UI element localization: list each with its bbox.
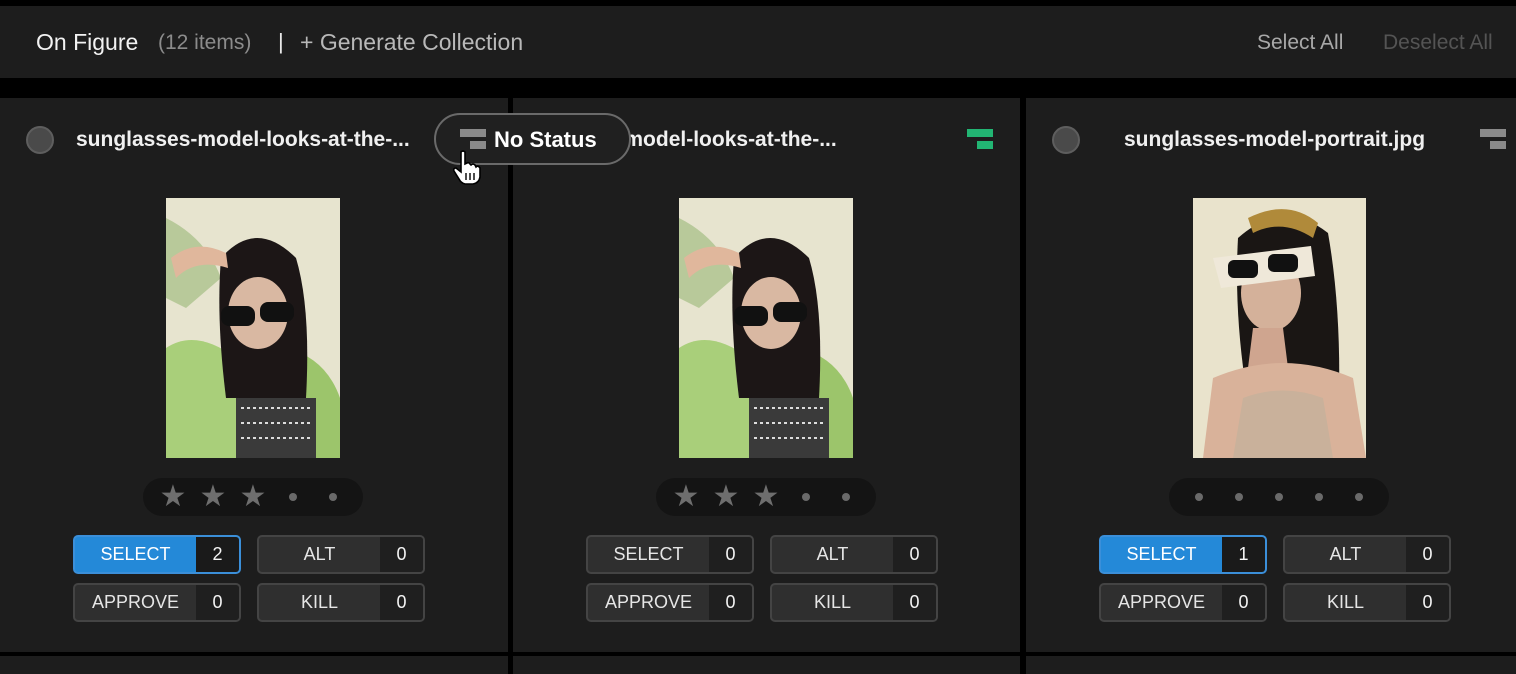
rating-dot-icon[interactable]: [1195, 493, 1203, 501]
star-rating[interactable]: ★ ★ ★: [143, 478, 363, 516]
vote-count: 0: [709, 585, 752, 620]
rating-star-icon[interactable]: ★: [711, 482, 741, 512]
approve-vote-button[interactable]: APPROVE 0: [73, 583, 241, 622]
vote-label: ALT: [303, 544, 336, 564]
vote-count: 0: [380, 537, 423, 572]
asset-thumbnail[interactable]: [679, 198, 853, 458]
vote-count: 0: [893, 585, 936, 620]
vote-label: APPROVE: [91, 592, 180, 612]
rating-dot-icon[interactable]: [802, 493, 810, 501]
approve-vote-button[interactable]: APPROVE 0: [1099, 583, 1267, 622]
kill-vote-button[interactable]: KILL 0: [257, 583, 425, 622]
hand-cursor-icon: [452, 150, 481, 185]
star-rating[interactable]: [1169, 478, 1389, 516]
rating-dot-icon[interactable]: [1355, 493, 1363, 501]
status-icon: [460, 129, 486, 149]
asset-card-partial: [513, 656, 1020, 674]
collection-title: On Figure: [36, 29, 139, 55]
select-all-button[interactable]: Select All: [1257, 31, 1343, 55]
rating-star-icon[interactable]: ★: [198, 482, 228, 512]
select-vote-button[interactable]: SELECT 0: [586, 535, 754, 574]
select-vote-button[interactable]: SELECT 1: [1099, 535, 1267, 574]
vote-count: 1: [1222, 537, 1265, 572]
vote-label: APPROVE: [1117, 592, 1206, 612]
vote-count: 0: [196, 585, 239, 620]
asset-thumbnail[interactable]: [1193, 198, 1366, 458]
card-select-radio[interactable]: [26, 126, 54, 154]
asset-card: sunglasses-model-looks-at-the-... ★ ★ ★ …: [513, 98, 1020, 652]
collection-header: On Figure (12 items) | + Generate Collec…: [0, 6, 1516, 78]
vote-count: 0: [1222, 585, 1265, 620]
asset-card: sunglasses-model-portrait.jpg SELECT 1 A…: [1026, 98, 1516, 652]
status-label: No Status: [494, 127, 597, 152]
header-separator: |: [278, 29, 284, 54]
vote-label: APPROVE: [604, 592, 693, 612]
approve-vote-button[interactable]: APPROVE 0: [586, 583, 754, 622]
generate-collection-button[interactable]: + Generate Collection: [300, 29, 523, 56]
vote-label: KILL: [300, 592, 339, 612]
asset-card-partial: [0, 656, 508, 674]
kill-vote-button[interactable]: KILL 0: [770, 583, 938, 622]
item-count: (12 items): [158, 31, 252, 54]
kill-vote-button[interactable]: KILL 0: [1283, 583, 1451, 622]
rating-dot-icon[interactable]: [842, 493, 850, 501]
asset-filename[interactable]: sunglasses-model-looks-at-the-...: [76, 128, 410, 152]
asset-card: sunglasses-model-looks-at-the-... ★ ★ ★ …: [0, 98, 508, 652]
rating-star-icon[interactable]: ★: [671, 482, 701, 512]
rating-dot-icon[interactable]: [329, 493, 337, 501]
rating-dot-icon[interactable]: [1275, 493, 1283, 501]
rating-dot-icon[interactable]: [289, 493, 297, 501]
vote-count: 0: [1406, 537, 1449, 572]
rating-dot-icon[interactable]: [1315, 493, 1323, 501]
rating-dot-icon[interactable]: [1235, 493, 1243, 501]
vote-count: 0: [380, 585, 423, 620]
vote-label: SELECT: [1126, 544, 1197, 564]
asset-thumbnail[interactable]: [166, 198, 340, 458]
vote-label: ALT: [816, 544, 849, 564]
vote-label: KILL: [1326, 592, 1365, 612]
vote-count: 0: [893, 537, 936, 572]
alt-vote-button[interactable]: ALT 0: [257, 535, 425, 574]
vote-label: ALT: [1329, 544, 1362, 564]
status-icon[interactable]: [967, 129, 993, 149]
vote-count: 0: [709, 537, 752, 572]
card-select-radio[interactable]: [1052, 126, 1080, 154]
vote-count: 2: [196, 537, 239, 572]
status-icon[interactable]: [1480, 129, 1506, 149]
asset-filename[interactable]: sunglasses-model-portrait.jpg: [1124, 128, 1425, 152]
rating-star-icon[interactable]: ★: [238, 482, 268, 512]
asset-card-partial: [1026, 656, 1516, 674]
deselect-all-button[interactable]: Deselect All: [1383, 31, 1493, 55]
vote-label: SELECT: [613, 544, 684, 564]
rating-star-icon[interactable]: ★: [751, 482, 781, 512]
vote-label: KILL: [813, 592, 852, 612]
vote-count: 0: [1406, 585, 1449, 620]
rating-star-icon[interactable]: ★: [158, 482, 188, 512]
vote-label: SELECT: [100, 544, 171, 564]
alt-vote-button[interactable]: ALT 0: [1283, 535, 1451, 574]
select-vote-button[interactable]: SELECT 2: [73, 535, 241, 574]
star-rating[interactable]: ★ ★ ★: [656, 478, 876, 516]
alt-vote-button[interactable]: ALT 0: [770, 535, 938, 574]
